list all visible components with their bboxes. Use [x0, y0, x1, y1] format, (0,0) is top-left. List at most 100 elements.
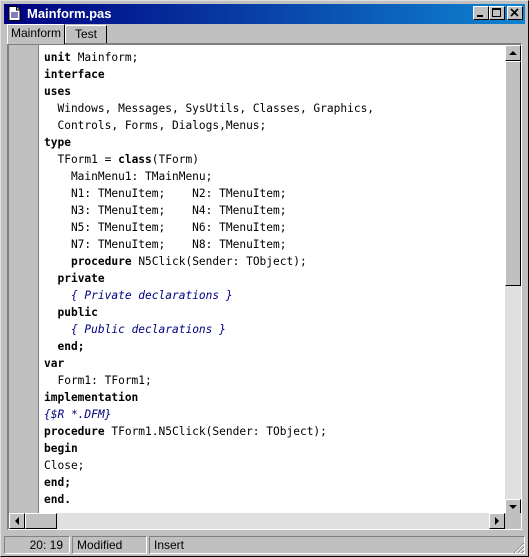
editor-gutter[interactable] [9, 45, 39, 515]
code-line[interactable]: MainMenu1: TMainMenu; [44, 168, 499, 185]
arrow-right-icon [495, 517, 499, 525]
code-line[interactable]: TForm1 = class(TForm) [44, 151, 499, 168]
editor-window: Mainform.pas Mainform Test unit Mainform… [0, 0, 529, 557]
code-text: N3: TMenuItem; N4: TMenuItem; [44, 204, 287, 217]
code-comment: { Public declarations } [70, 323, 226, 336]
code-keyword: type [44, 136, 71, 149]
arrow-up-icon [509, 51, 517, 55]
code-line[interactable]: Form1: TForm1; [44, 372, 499, 389]
code-editor[interactable]: unit Mainform; interface uses Windows, Mes… [7, 43, 522, 530]
code-comment: { Private declarations } [70, 289, 233, 302]
tab-mainform[interactable]: Mainform [7, 24, 65, 44]
code-line[interactable]: Close; [44, 457, 499, 474]
code-line[interactable]: interface [44, 66, 499, 83]
code-keyword: procedure [70, 255, 132, 268]
code-text: N5Click(Sender: TObject); [131, 255, 307, 268]
code-line[interactable]: var [44, 355, 499, 372]
code-line[interactable]: public [44, 304, 499, 321]
code-text: N5: TMenuItem; N6: TMenuItem; [44, 221, 287, 234]
code-keyword: interface [44, 68, 105, 81]
horizontal-scrollbar[interactable] [9, 513, 505, 529]
vertical-scrollbar[interactable] [505, 45, 521, 515]
code-comment: {$R *.DFM} [44, 408, 112, 421]
document-icon [8, 6, 21, 21]
code-line[interactable]: unit Mainform; [44, 49, 499, 66]
code-keyword: uses [44, 85, 71, 98]
code-keyword: implementation [44, 391, 139, 404]
code-keyword: procedure [44, 425, 105, 438]
code-line[interactable]: end; [44, 338, 499, 355]
code-line[interactable]: N5: TMenuItem; N6: TMenuItem; [44, 219, 499, 236]
tab-test[interactable]: Test [65, 25, 107, 43]
arrow-down-icon [509, 505, 517, 509]
code-text: Windows, Messages, SysUtils, Classes, Gr… [44, 102, 375, 115]
code-line[interactable]: N3: TMenuItem; N4: TMenuItem; [44, 202, 499, 219]
code-keyword: end. [44, 493, 71, 506]
code-keyword: begin [44, 442, 78, 455]
code-line[interactable]: { Private declarations } [44, 287, 499, 304]
code-text: (TForm) [151, 153, 199, 166]
code-text: Close; [44, 459, 85, 472]
code-line[interactable]: Windows, Messages, SysUtils, Classes, Gr… [44, 100, 499, 117]
tab-label: Test [74, 27, 97, 41]
code-line[interactable]: private [44, 270, 499, 287]
status-bar: 20: 19 Modified Insert [4, 536, 525, 554]
code-text: Form1: TForm1; [44, 374, 152, 387]
minimize-icon [477, 15, 483, 17]
code-line[interactable]: procedure N5Click(Sender: TObject); [44, 253, 499, 270]
code-keyword: end; [57, 340, 85, 353]
code-line[interactable]: implementation [44, 389, 499, 406]
code-text: TForm1 = [44, 153, 119, 166]
scroll-right-button[interactable] [489, 513, 505, 529]
horizontal-scroll-thumb[interactable] [25, 513, 57, 529]
cursor-position: 20: 19 [4, 536, 70, 554]
scroll-left-button[interactable] [9, 513, 25, 529]
scrollbar-corner [505, 513, 521, 529]
code-line[interactable]: Controls, Forms, Dialogs,Menus; [44, 117, 499, 134]
code-keyword: unit [44, 51, 71, 64]
code-line[interactable]: N7: TMenuItem; N8: TMenuItem; [44, 236, 499, 253]
insert-mode-indicator: Insert [149, 536, 525, 554]
code-text: MainMenu1: TMainMenu; [44, 170, 213, 183]
code-line[interactable]: {$R *.DFM} [44, 406, 499, 423]
window-title: Mainform.pas [27, 6, 112, 21]
code-text: N7: TMenuItem; N8: TMenuItem; [44, 238, 287, 251]
code-keyword: end; [44, 476, 71, 489]
minimize-button[interactable] [473, 6, 489, 20]
title-bar[interactable]: Mainform.pas [4, 4, 525, 24]
maximize-icon [492, 8, 501, 17]
modified-indicator: Modified [72, 536, 147, 554]
code-line[interactable]: type [44, 134, 499, 151]
scroll-up-button[interactable] [505, 45, 521, 61]
code-keyword: public [57, 306, 98, 319]
code-line[interactable]: begin [44, 440, 499, 457]
code-line[interactable]: { Public declarations } [44, 321, 499, 338]
code-text: TForm1.N5Click(Sender: TObject); [104, 425, 327, 438]
code-keyword: var [44, 357, 65, 370]
code-keyword: private [57, 272, 105, 285]
close-icon [510, 8, 519, 17]
code-text: Mainform; [70, 51, 139, 64]
code-line[interactable]: end. [44, 491, 499, 508]
arrow-left-icon [15, 517, 19, 525]
tab-label: Mainform [10, 26, 61, 40]
code-text: Controls, Forms, Dialogs,Menus; [44, 119, 267, 132]
code-text: N1: TMenuItem; N2: TMenuItem; [44, 187, 287, 200]
tab-strip: Mainform Test [7, 24, 522, 45]
close-button[interactable] [507, 6, 523, 20]
maximize-button[interactable] [489, 6, 505, 20]
code-line[interactable]: uses [44, 83, 499, 100]
vertical-scroll-thumb[interactable] [505, 61, 521, 286]
resize-grip-icon[interactable] [511, 540, 525, 554]
code-area[interactable]: unit Mainform; interface uses Windows, Mes… [44, 49, 499, 514]
code-line[interactable]: N1: TMenuItem; N2: TMenuItem; [44, 185, 499, 202]
code-line[interactable]: procedure TForm1.N5Click(Sender: TObject… [44, 423, 499, 440]
code-line[interactable]: end; [44, 474, 499, 491]
code-keyword: class [118, 153, 152, 166]
